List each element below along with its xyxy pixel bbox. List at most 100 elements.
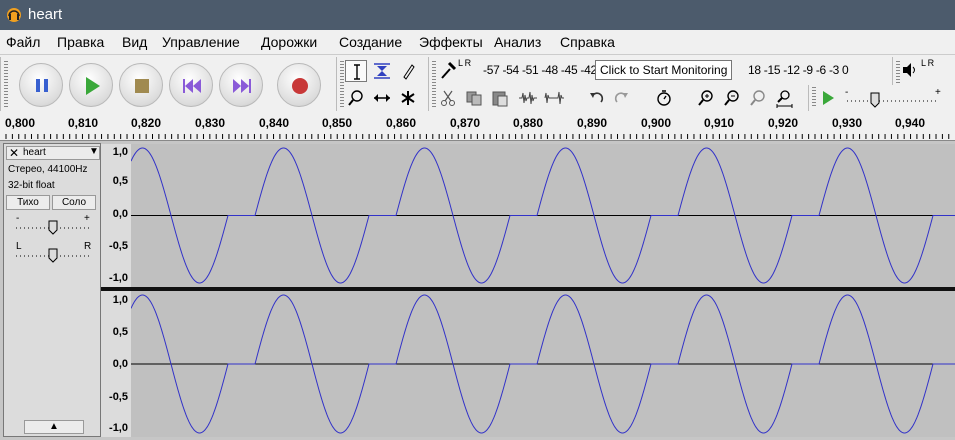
- amp-label: -1,0: [109, 422, 128, 434]
- svg-text:-: -: [845, 87, 848, 98]
- zoom-in-button[interactable]: [695, 87, 717, 109]
- title-bar: heart: [0, 0, 955, 30]
- toolbar-grip[interactable]: [4, 61, 8, 107]
- amp-label: -0,5: [109, 240, 128, 252]
- menu-view[interactable]: Вид: [122, 34, 147, 50]
- ruler-label: 0,820: [131, 116, 162, 130]
- menu-effects[interactable]: Эффекты: [419, 34, 483, 50]
- track-name[interactable]: heart: [23, 147, 46, 158]
- ruler-label: 0,910: [704, 116, 735, 130]
- track-control-panel[interactable]: ✕ heart ▼ Стерео, 44100Hz 32-bit float Т…: [3, 143, 101, 437]
- playback-meter-channels: L R: [921, 58, 934, 68]
- menu-analyze[interactable]: Анализ: [494, 34, 541, 50]
- microphone-icon[interactable]: [439, 61, 457, 81]
- cut-button[interactable]: [437, 87, 459, 109]
- play-button[interactable]: [69, 63, 113, 107]
- toolbar-grip[interactable]: [340, 61, 344, 107]
- track-close-button[interactable]: ✕: [9, 146, 19, 160]
- double-arrow-icon: [374, 94, 390, 102]
- audacity-app-icon: [7, 8, 21, 22]
- track-header[interactable]: ✕ heart ▼: [6, 146, 100, 160]
- zoom-out-button[interactable]: [721, 87, 743, 109]
- zoom-out-icon: [724, 90, 739, 106]
- record-meter-channels: L R: [458, 58, 471, 68]
- ruler-label: 0,940: [895, 116, 926, 130]
- paste-icon: [492, 91, 508, 107]
- multi-tool-button[interactable]: [397, 87, 419, 109]
- ruler-label: 0,850: [322, 116, 353, 130]
- menu-help[interactable]: Справка: [560, 34, 615, 50]
- pan-slider[interactable]: [14, 246, 94, 264]
- gain-slider[interactable]: [14, 218, 94, 236]
- menu-tracks[interactable]: Дорожки: [261, 34, 317, 50]
- menu-edit[interactable]: Правка: [57, 34, 104, 50]
- svg-text:+: +: [935, 87, 941, 98]
- scissors-icon: [441, 90, 455, 106]
- ruler-label: 0,880: [513, 116, 544, 130]
- ruler-label: 0,830: [195, 116, 226, 130]
- play-icon: [86, 77, 100, 95]
- amp-label: -0,5: [109, 391, 128, 403]
- redo-button[interactable]: [611, 87, 633, 109]
- zoom-in-icon: [698, 90, 713, 106]
- fit-project-button[interactable]: [773, 87, 795, 109]
- sync-lock-button[interactable]: [653, 87, 675, 109]
- amp-label: 1,0: [112, 146, 128, 158]
- waveform-right-channel[interactable]: [131, 291, 955, 437]
- fit-selection-button[interactable]: [747, 87, 769, 109]
- pencil-icon: [403, 64, 415, 80]
- solo-button[interactable]: Соло: [52, 195, 96, 210]
- undo-button[interactable]: [585, 87, 607, 109]
- menu-generate[interactable]: Создание: [339, 34, 402, 50]
- stop-button[interactable]: [119, 63, 163, 107]
- draw-tool-button[interactable]: [397, 60, 419, 82]
- collapse-track-button[interactable]: ▲: [24, 420, 84, 434]
- toolbar-grip[interactable]: [432, 61, 436, 107]
- play-icon: [823, 91, 834, 105]
- ruler-label: 0,840: [259, 116, 290, 130]
- silence-button[interactable]: [543, 87, 565, 109]
- play-at-speed-toolbar: - +: [808, 85, 955, 111]
- amplitude-ruler-left[interactable]: 1,0 0,5 0,0 -0,5 -1,0: [101, 144, 132, 287]
- copy-button[interactable]: [463, 87, 485, 109]
- amplitude-ruler-right[interactable]: 1,0 0,5 0,0 -0,5 -1,0: [101, 291, 132, 437]
- zoom-fit-selection-icon: [750, 90, 765, 106]
- menu-file[interactable]: Файл: [6, 34, 40, 50]
- ruler-label: 0,870: [450, 116, 481, 130]
- asterisk-icon: [401, 91, 415, 105]
- toolbar-grip[interactable]: [812, 87, 816, 107]
- undo-icon: [590, 92, 604, 103]
- playback-meter-scale[interactable]: 18 -15 -12 -9 -6 -3 0: [748, 63, 849, 77]
- zoom-tool-button[interactable]: [345, 87, 367, 109]
- record-button[interactable]: [277, 63, 321, 107]
- track-bit-depth: 32-bit float: [8, 180, 55, 191]
- amp-label: 1,0: [112, 294, 128, 306]
- amp-label: 0,5: [112, 326, 128, 338]
- track-menu-arrow-icon[interactable]: ▼: [89, 146, 99, 157]
- trim-audio-icon: [519, 91, 537, 105]
- menu-transport[interactable]: Управление: [162, 34, 240, 50]
- amp-label: 0,0: [112, 358, 128, 370]
- timeline-ruler[interactable]: 0,800 0,810 0,820 0,830 0,840 0,850 0,86…: [0, 112, 955, 141]
- play-at-speed-button[interactable]: [817, 87, 839, 109]
- pause-button[interactable]: [19, 63, 63, 107]
- record-meter-scale[interactable]: -57 -54 -51 -48 -45 -42: [483, 63, 597, 77]
- selection-tool-button[interactable]: [345, 60, 367, 82]
- skip-to-end-button[interactable]: [219, 63, 263, 107]
- skip-start-icon: [183, 79, 201, 93]
- ruler-label: 0,920: [768, 116, 799, 130]
- paste-button[interactable]: [489, 87, 511, 109]
- timeshift-tool-button[interactable]: [371, 87, 393, 109]
- envelope-tool-button[interactable]: [371, 60, 393, 82]
- waveform-left-channel[interactable]: [131, 144, 955, 287]
- speaker-icon[interactable]: [901, 62, 919, 78]
- pause-icon: [36, 79, 48, 92]
- monitoring-tooltip: Click to Start Monitoring: [595, 60, 733, 80]
- track-format: Стерео, 44100Hz: [8, 164, 88, 175]
- speed-slider[interactable]: - +: [843, 87, 943, 109]
- trim-button[interactable]: [517, 87, 539, 109]
- skip-end-icon: [233, 79, 251, 93]
- skip-to-start-button[interactable]: [169, 63, 213, 107]
- envelope-icon: [374, 63, 390, 79]
- mute-button[interactable]: Тихо: [6, 195, 50, 210]
